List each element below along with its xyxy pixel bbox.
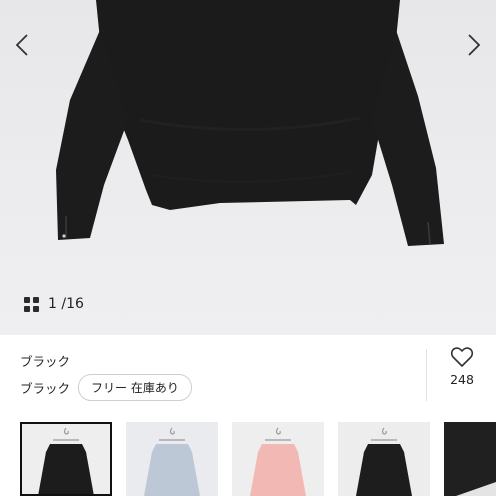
- divider: [426, 349, 427, 401]
- thumbnail-black-2[interactable]: [338, 422, 430, 496]
- thumbnail-strip: [0, 422, 496, 496]
- chevron-right-icon: [468, 34, 481, 56]
- image-counter-text: 1 /16: [48, 296, 84, 312]
- thumbnail-detail[interactable]: [444, 422, 496, 496]
- thumbnail-light-blue[interactable]: [126, 422, 218, 496]
- heart-icon: [450, 347, 474, 367]
- grid-icon[interactable]: [24, 296, 39, 312]
- product-main-image: [56, 0, 444, 246]
- chevron-left-icon: [15, 34, 28, 56]
- selected-color-name: ブラック: [20, 354, 71, 369]
- thumbnail-pink[interactable]: [232, 422, 324, 496]
- favorite-button[interactable]: 248: [440, 346, 484, 387]
- image-counter[interactable]: 1 /16: [24, 296, 84, 312]
- thumbnail-black[interactable]: [20, 422, 112, 496]
- variant-row: ブラック フリー 在庫あり: [20, 374, 192, 401]
- product-info-panel: ブラック ブラック フリー 在庫あり 248: [0, 335, 496, 419]
- size-stock-chip[interactable]: フリー 在庫あり: [78, 374, 192, 401]
- favorite-count: 248: [450, 372, 474, 387]
- next-image-button[interactable]: [461, 30, 487, 60]
- variant-color-label: ブラック: [20, 381, 71, 396]
- previous-image-button[interactable]: [9, 30, 35, 60]
- product-image-gallery[interactable]: 1 /16: [0, 0, 496, 335]
